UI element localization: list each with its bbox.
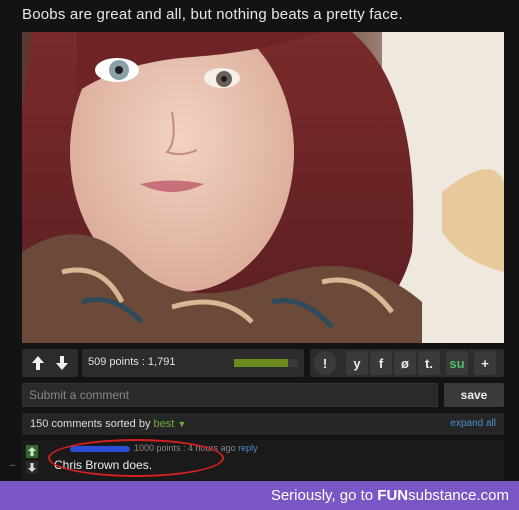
expand-all-link[interactable]: expand all [450,418,496,429]
tumblr-share-button[interactable]: t. [418,351,440,375]
chevron-down-icon: ▼ [177,419,187,429]
comment-downvote-button[interactable] [26,461,38,474]
share-box: ! y f ø t. su + [310,349,504,377]
watermark-brand-bold: FUN [377,487,409,504]
points-box: 509 points : 1,791 [82,349,304,377]
stumble-share-button[interactable]: su [446,351,468,375]
upvote-button[interactable] [28,351,48,375]
downvote-button[interactable] [52,351,72,375]
post-toolbar: 509 points : 1,791 ! y f ø t. su + [22,349,504,377]
points-count: 509 points : 1,791 [88,356,176,368]
thread-collapse[interactable]: – [10,460,16,471]
post-image [22,32,504,343]
arrow-down-icon [28,463,36,472]
watermark-brand-rest: substance.com [408,487,509,504]
post-title: Boobs are great and all, but nothing bea… [22,6,403,23]
watermark-footer: Seriously, go to FUNsubstance.com [0,481,519,510]
comments-count-label: 150 comments sorted by [30,418,151,430]
arrow-down-icon [56,356,68,370]
comment-upvote-button[interactable] [26,445,38,458]
twitter-share-button[interactable]: y [346,351,368,375]
arrow-up-icon [32,356,44,370]
sort-dropdown[interactable]: best [154,418,175,430]
comments-count: 150 comments sorted by best ▼ [30,418,186,430]
reply-link[interactable]: reply [238,443,258,453]
comment-input[interactable]: Submit a comment [22,383,438,407]
facebook-share-button[interactable]: f [370,351,392,375]
comments-sort-bar: 150 comments sorted by best ▼ expand all [22,413,504,435]
save-button[interactable]: save [444,383,504,407]
vote-ratio-fill [234,359,289,367]
watermark-prefix: Seriously, go to [270,487,378,504]
vote-ratio-bar [234,359,298,367]
comment-item: 1000 points : 4 hours ago reply Chris Br… [22,439,504,480]
report-button[interactable]: ! [314,351,336,375]
more-share-button[interactable]: + [474,351,496,375]
vote-box [22,349,78,377]
watermark-text: Seriously, go to FUNsubstance.com [271,487,509,504]
arrow-up-icon [28,447,36,456]
highlight-circle [48,439,224,477]
stumbleupon-icon[interactable]: ø [394,351,416,375]
